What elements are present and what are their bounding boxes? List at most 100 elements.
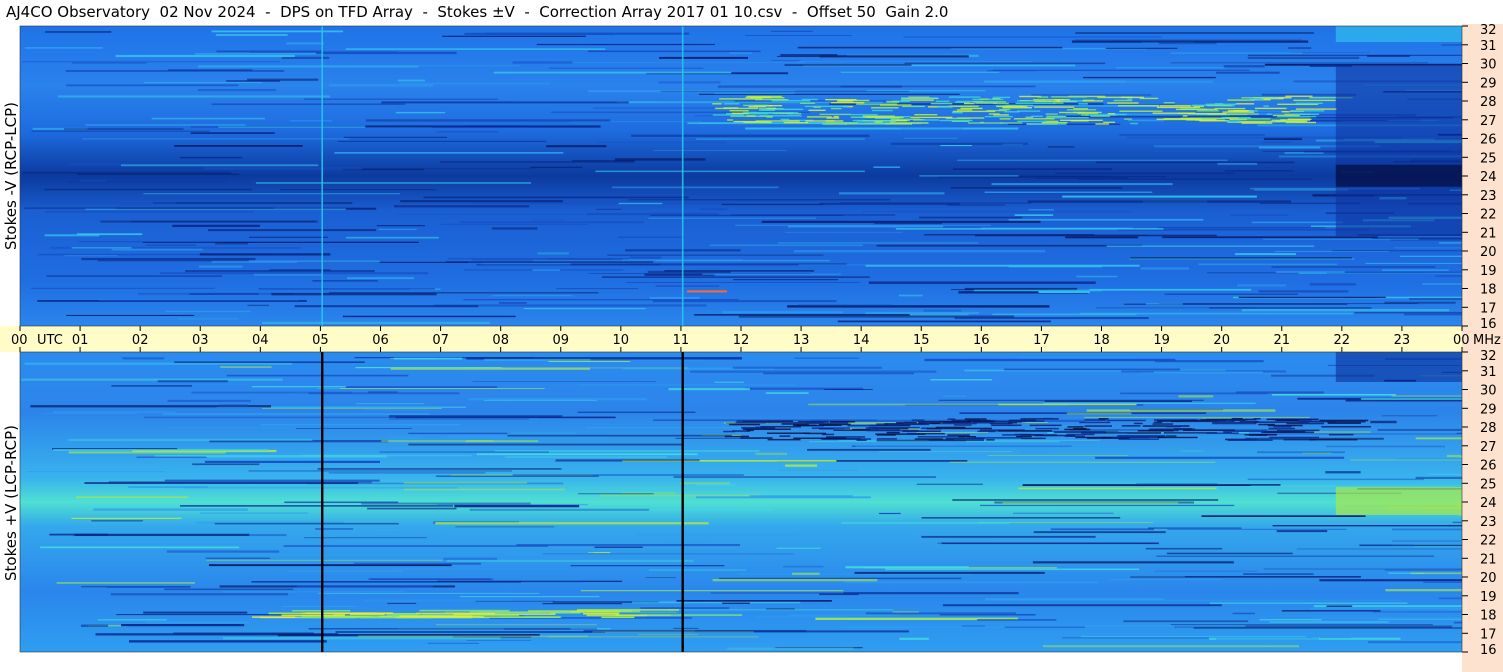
heatmap-streak — [809, 440, 1060, 443]
heatmap-streak — [1103, 121, 1115, 123]
heatmap-streak — [542, 603, 622, 605]
freq-tick-label: 30 — [1480, 58, 1497, 73]
heatmap-streak — [722, 602, 750, 604]
heatmap-streak — [546, 145, 607, 148]
heatmap-streak — [607, 254, 824, 256]
heatmap-streak — [1415, 437, 1462, 440]
heatmap-streak — [903, 421, 917, 424]
heatmap-streak — [1182, 115, 1188, 117]
heatmap-streak — [1034, 106, 1075, 108]
heatmap-streak — [700, 208, 728, 211]
heatmap-streak — [1321, 426, 1371, 428]
heatmap-streak — [618, 236, 685, 238]
heatmap-streak — [779, 435, 791, 437]
heatmap-streak — [1041, 122, 1068, 124]
heatmap-streak — [794, 357, 859, 359]
heatmap-streak — [1095, 456, 1345, 459]
heatmap-streak — [570, 565, 725, 567]
utc-tick-label: 14 — [853, 333, 870, 348]
heatmap-streak — [892, 611, 919, 613]
heatmap-streak — [854, 571, 1045, 574]
heatmap-streak — [996, 105, 1023, 108]
heatmap-streak — [129, 640, 327, 643]
heatmap-streak — [805, 120, 844, 122]
heatmap-streak — [556, 288, 639, 290]
heatmap-streak — [1105, 47, 1178, 49]
heatmap-streak — [162, 413, 430, 415]
heatmap-streak — [724, 103, 740, 105]
heatmap-streak — [745, 96, 772, 99]
heatmap-streak — [871, 109, 893, 112]
heatmap-streak — [660, 90, 910, 92]
heatmap-streak — [586, 614, 647, 617]
heatmap-streak — [537, 252, 569, 255]
heatmap-streak — [984, 191, 1153, 193]
heatmap-streak — [435, 522, 709, 525]
heatmap-streak — [1090, 115, 1111, 117]
heatmap-streak — [673, 476, 936, 478]
heatmap-streak — [1319, 579, 1462, 582]
heatmap-streak — [445, 261, 654, 263]
heatmap-streak — [21, 378, 283, 381]
heatmap-streak — [884, 123, 912, 125]
utc-tick-label: 09 — [553, 333, 570, 348]
heatmap-streak — [942, 604, 1222, 607]
heatmap-streak — [1079, 312, 1354, 315]
heatmap-streak — [498, 302, 527, 304]
heatmap-streak — [306, 612, 394, 614]
heatmap-streak — [845, 123, 885, 125]
heatmap-streak — [459, 596, 600, 598]
heatmap-streak — [1222, 111, 1255, 113]
heatmap-streak — [1382, 269, 1449, 271]
heatmap-streak — [939, 421, 971, 423]
heatmap-streak — [379, 451, 549, 453]
heatmap-streak — [819, 202, 960, 205]
heatmap-streak — [1164, 293, 1299, 295]
heatmap-streak — [1084, 416, 1310, 418]
heatmap-streak — [648, 217, 816, 219]
freq-tick-label: 28 — [1480, 421, 1497, 436]
heatmap-streak — [1157, 436, 1198, 439]
heatmap-streak — [247, 304, 269, 307]
heatmap-streak — [973, 289, 1103, 292]
heatmap-streak — [797, 46, 1063, 49]
heatmap-hot-streak — [686, 290, 727, 293]
heatmap-streak — [659, 56, 748, 59]
heatmap-streak — [1365, 262, 1462, 264]
heatmap-streak — [395, 214, 655, 215]
heatmap-streak — [761, 220, 1041, 223]
freq-tick-label: 29 — [1480, 76, 1497, 91]
heatmap-streak — [1241, 309, 1450, 312]
freq-tick-label: 25 — [1480, 477, 1497, 492]
heatmap-streak — [378, 228, 417, 230]
heatmap-streak — [542, 553, 794, 555]
heatmap-streak — [1293, 99, 1336, 102]
heatmap-streak — [1309, 283, 1356, 286]
freq-tick-label: 19 — [1480, 590, 1497, 605]
heatmap-streak — [1130, 576, 1361, 578]
heatmap-streak — [185, 270, 375, 273]
heatmap-streak — [665, 540, 708, 543]
heatmap-streak — [980, 504, 1235, 507]
heatmap-streak — [342, 315, 516, 318]
heatmap-streak — [1073, 427, 1087, 430]
heatmap-streak — [512, 61, 573, 64]
heatmap-streak — [712, 645, 777, 648]
heatmap-streak — [940, 145, 973, 147]
heatmap-streak — [1241, 97, 1279, 99]
heatmap-streak — [1066, 412, 1132, 415]
heatmap-streak — [781, 423, 809, 425]
heatmap-streak — [825, 120, 835, 122]
heatmap-streak — [241, 64, 520, 67]
heatmap-streak — [1124, 118, 1132, 120]
utc-tick-label: 23 — [1394, 333, 1411, 348]
heatmap-streak — [1438, 597, 1462, 600]
heatmap-streak — [1119, 134, 1265, 136]
heatmap-streak — [1113, 99, 1133, 102]
heatmap-streak — [855, 445, 1123, 448]
heatmap-streak — [794, 250, 1046, 253]
heatmap-streak — [143, 193, 401, 195]
heatmap-streak — [1237, 284, 1286, 287]
heatmap-streak — [198, 265, 243, 268]
heatmap-streak — [1098, 418, 1109, 420]
